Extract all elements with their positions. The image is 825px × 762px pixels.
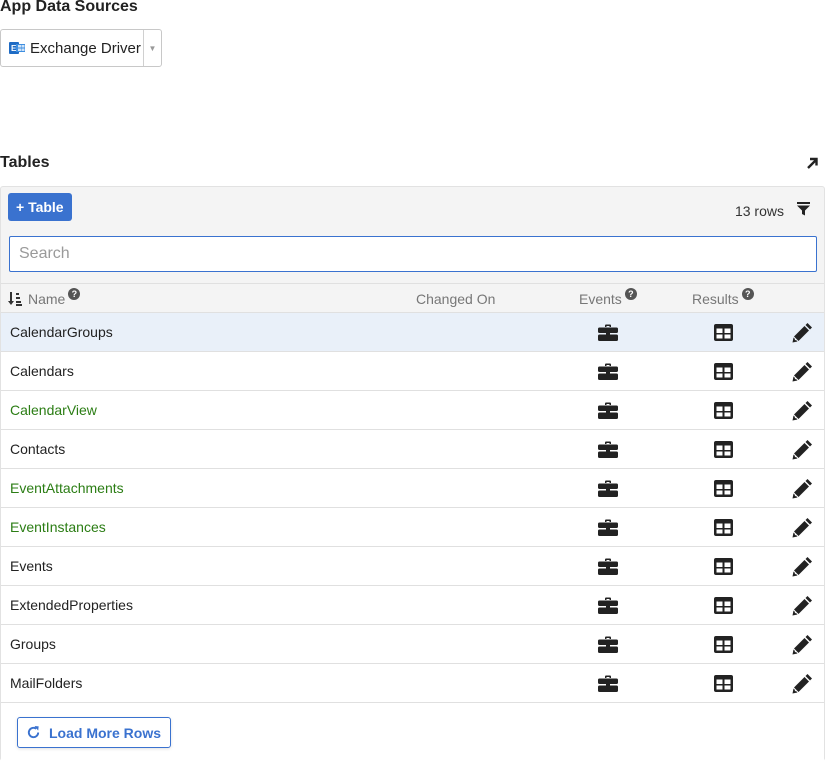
column-results[interactable]: Results ? (692, 288, 754, 307)
edit-pencil-icon[interactable] (792, 595, 813, 616)
column-changed-on-label: Changed On (416, 291, 496, 307)
table-grid-icon[interactable] (714, 363, 733, 380)
table-grid-icon[interactable] (714, 636, 733, 653)
table-name[interactable]: EventInstances (10, 519, 106, 535)
edit-pencil-icon[interactable] (792, 517, 813, 538)
briefcase-icon[interactable] (598, 441, 618, 458)
table-name[interactable]: CalendarGroups (10, 324, 113, 340)
edit-pencil-icon[interactable] (792, 634, 813, 655)
table-row[interactable]: Contacts (1, 429, 824, 468)
briefcase-icon[interactable] (598, 519, 618, 536)
data-source-select[interactable]: E Exchange Driver ▼ (0, 29, 162, 67)
table-grid-icon[interactable] (714, 324, 733, 341)
column-name[interactable]: Name ? (8, 288, 81, 307)
table-rows: CalendarGroups Calendars CalendarView Conta… (1, 312, 824, 702)
edit-pencil-icon[interactable] (792, 556, 813, 577)
table-row[interactable]: MailFolders (1, 663, 824, 702)
column-name-label: Name (28, 291, 66, 307)
table-name[interactable]: Events (10, 558, 53, 574)
table-row[interactable]: Events (1, 546, 824, 585)
briefcase-icon[interactable] (598, 636, 618, 653)
table-row[interactable]: EventInstances (1, 507, 824, 546)
column-changed-on[interactable]: Changed On (416, 291, 495, 307)
briefcase-icon[interactable] (598, 558, 618, 575)
table-row[interactable]: Groups (1, 624, 824, 663)
table-grid-icon[interactable] (714, 441, 733, 458)
table-grid-icon[interactable] (714, 519, 733, 536)
table-grid-icon[interactable] (714, 402, 733, 419)
tables-panel: + Table 13 rows Name ? Changed On Events… (0, 186, 825, 762)
sort-alpha-down-icon[interactable] (8, 292, 22, 306)
search-input[interactable] (9, 236, 817, 272)
help-icon[interactable]: ? (741, 288, 754, 300)
briefcase-icon[interactable] (598, 597, 618, 614)
table-grid-icon[interactable] (714, 558, 733, 575)
svg-text:E: E (11, 44, 17, 53)
exchange-icon: E (9, 42, 25, 54)
load-more-label: Load More Rows (49, 724, 162, 741)
edit-pencil-icon[interactable] (792, 439, 813, 460)
table-grid-icon[interactable] (714, 675, 733, 692)
row-count: 13 rows (734, 203, 784, 219)
table-grid-icon[interactable] (714, 480, 733, 497)
help-icon[interactable]: ? (624, 288, 637, 300)
tables-title: Tables (0, 154, 50, 171)
edit-pencil-icon[interactable] (792, 673, 813, 694)
data-source-label: Exchange Driver (30, 39, 141, 57)
column-events[interactable]: Events ? (579, 288, 637, 307)
refresh-icon (27, 725, 40, 739)
edit-pencil-icon[interactable] (792, 361, 813, 382)
table-name[interactable]: Calendars (10, 363, 74, 379)
briefcase-icon[interactable] (598, 402, 618, 419)
table-name[interactable]: EventAttachments (10, 480, 124, 496)
table-row[interactable]: CalendarView (1, 390, 824, 429)
table-name[interactable]: Groups (10, 636, 56, 652)
load-more-area: Load More Rows (1, 702, 824, 762)
table-name[interactable]: Contacts (10, 441, 65, 457)
load-more-button[interactable]: Load More Rows (17, 717, 171, 748)
briefcase-icon[interactable] (598, 363, 618, 380)
edit-pencil-icon[interactable] (792, 478, 813, 499)
table-row[interactable]: CalendarGroups (1, 312, 824, 351)
help-icon[interactable]: ? (68, 288, 81, 300)
column-events-label: Events (579, 291, 622, 307)
edit-pencil-icon[interactable] (792, 322, 813, 343)
expand-arrow-icon[interactable] (805, 156, 819, 170)
table-row[interactable]: EventAttachments (1, 468, 824, 507)
table-name[interactable]: ExtendedProperties (10, 597, 133, 613)
table-row[interactable]: ExtendedProperties (1, 585, 824, 624)
briefcase-icon[interactable] (598, 324, 618, 341)
app-data-sources-title: App Data Sources (0, 0, 138, 15)
add-table-button[interactable]: + Table (8, 193, 72, 221)
table-header: Name ? Changed On Events ? Results ? (1, 283, 824, 312)
table-name[interactable]: CalendarView (10, 402, 97, 418)
caret-down-icon[interactable]: ▼ (143, 30, 161, 66)
edit-pencil-icon[interactable] (792, 400, 813, 421)
table-name[interactable]: MailFolders (10, 675, 82, 691)
filter-icon[interactable] (797, 202, 810, 216)
table-grid-icon[interactable] (714, 597, 733, 614)
column-results-label: Results (692, 291, 739, 307)
table-row[interactable]: Calendars (1, 351, 824, 390)
briefcase-icon[interactable] (598, 480, 618, 497)
briefcase-icon[interactable] (598, 675, 618, 692)
